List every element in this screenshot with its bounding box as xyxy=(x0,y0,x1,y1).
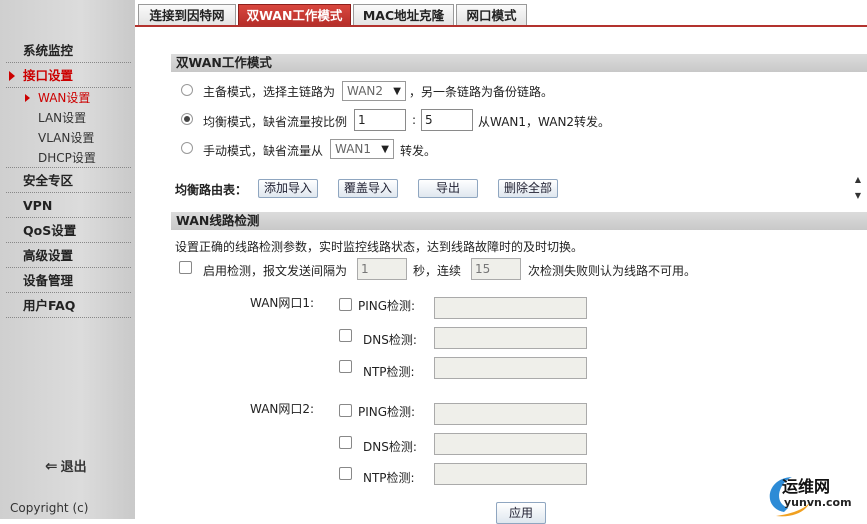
sidebar-item-label: 系统监控 xyxy=(23,43,74,58)
sidebar-nav: 系统监控 接口设置 WAN设置 LAN设置 VLAN设置 DHCP设置 安全专区… xyxy=(0,38,135,318)
sidebar-subitem-vlan[interactable]: VLAN设置 xyxy=(0,128,135,148)
scroll-down-icon[interactable]: ▼ xyxy=(852,191,864,200)
wan2-ping-checkbox[interactable] xyxy=(339,404,352,417)
sidebar-subitem-label: WAN设置 xyxy=(38,91,91,105)
tab-internet-connection[interactable]: 连接到因特网 xyxy=(138,4,236,26)
wan2-ntp-checkbox[interactable] xyxy=(339,467,352,480)
sidebar: 系统监控 接口设置 WAN设置 LAN设置 VLAN设置 DHCP设置 安全专区… xyxy=(0,0,135,519)
sidebar-item-device-management[interactable]: 设备管理 xyxy=(0,268,135,293)
wan2-ntp-label: NTP检测: xyxy=(363,471,415,485)
chevron-down-icon: ▼ xyxy=(393,86,401,97)
sidebar-item-advanced[interactable]: 高级设置 xyxy=(0,243,135,268)
sidebar-subitem-dhcp[interactable]: DHCP设置 xyxy=(0,148,135,168)
dual-wan-section-title: 双WAN工作模式 xyxy=(171,54,867,72)
wan2-ntp-input[interactable] xyxy=(434,463,587,485)
sidebar-item-label: VPN xyxy=(23,198,53,213)
wan2-port-label: WAN网口2: xyxy=(250,402,315,416)
sidebar-item-vpn[interactable]: VPN xyxy=(0,193,135,218)
balance-mode-label: 均衡模式，缺省流量按比例 xyxy=(203,115,348,129)
expanded-arrow-icon xyxy=(9,71,15,81)
export-button[interactable]: 导出 xyxy=(418,179,478,198)
apply-button[interactable]: 应用 xyxy=(496,502,546,524)
balance-mode-radio[interactable] xyxy=(181,113,193,125)
tab-mac-clone[interactable]: MAC地址克隆 xyxy=(353,4,454,26)
chevron-down-icon: ▼ xyxy=(381,144,389,155)
sidebar-subitem-label: LAN设置 xyxy=(38,111,87,125)
manual-mode-radio[interactable] xyxy=(181,142,193,154)
sidebar-subitem-wan[interactable]: WAN设置 xyxy=(0,88,135,108)
enable-detection-label: 启用检测，报文发送间隔为 xyxy=(203,264,348,278)
wan1-ntp-label: NTP检测: xyxy=(363,365,415,379)
fail-count-input[interactable]: 15 xyxy=(471,258,521,280)
scroll-up-icon[interactable]: ▲ xyxy=(852,175,864,184)
wan1-ping-checkbox[interactable] xyxy=(339,298,352,311)
watermark-url: yunvn.com xyxy=(784,496,852,509)
logout-icon: ⇐ xyxy=(45,457,58,475)
sidebar-item-label: 安全专区 xyxy=(23,173,74,188)
wan1-ntp-checkbox[interactable] xyxy=(339,360,352,373)
interval-input[interactable]: 1 xyxy=(357,258,407,280)
primary-link-select[interactable]: WAN2 ▼ xyxy=(342,81,406,101)
logout-label: 退出 xyxy=(60,460,87,475)
wan1-dns-input[interactable] xyxy=(434,327,587,349)
active-arrow-icon xyxy=(25,94,30,102)
sidebar-item-label: 高级设置 xyxy=(23,248,74,263)
sidebar-item-label: 用户FAQ xyxy=(23,298,76,313)
sidebar-subitem-label: DHCP设置 xyxy=(38,151,96,165)
wan1-ntp-input[interactable] xyxy=(434,357,587,379)
main-panel: 双WAN工作模式 主备模式，选择主链路为 WAN2 ▼ ，另一条链路为备份链路。 … xyxy=(135,27,867,524)
sidebar-submenu: WAN设置 LAN设置 VLAN设置 DHCP设置 xyxy=(0,88,135,168)
wan2-dns-checkbox[interactable] xyxy=(339,436,352,449)
balance-ratio-wan1-input[interactable]: 1 xyxy=(354,109,406,131)
copyright-text: Copyright (c) xyxy=(10,501,89,515)
sidebar-item-system-monitor[interactable]: 系统监控 xyxy=(0,38,135,63)
sidebar-item-qos[interactable]: QoS设置 xyxy=(0,218,135,243)
route-table-label: 均衡路由表： xyxy=(175,183,248,197)
overwrite-import-button[interactable]: 覆盖导入 xyxy=(338,179,398,198)
primary-mode-radio[interactable] xyxy=(181,84,193,96)
enable-detection-checkbox[interactable] xyxy=(179,261,192,274)
detection-description: 设置正确的线路检测参数，实时监控线路状态，达到线路故障时的及时切换。 xyxy=(175,240,584,254)
wan1-ping-input[interactable] xyxy=(434,297,587,319)
sidebar-item-faq[interactable]: 用户FAQ xyxy=(0,293,135,318)
wan2-dns-input[interactable] xyxy=(434,433,587,455)
sidebar-item-security[interactable]: 安全专区 xyxy=(0,168,135,193)
primary-mode-suffix: ，另一条链路为备份链路。 xyxy=(409,85,554,99)
wan1-dns-label: DNS检测: xyxy=(363,333,417,347)
primary-mode-label: 主备模式，选择主链路为 xyxy=(203,85,336,99)
logout-button[interactable]: ⇐ 退出 xyxy=(45,456,87,475)
sidebar-item-label: 设备管理 xyxy=(23,273,74,288)
interval-unit-label: 秒，连续 xyxy=(413,264,462,278)
tab-dual-wan-mode[interactable]: 双WAN工作模式 xyxy=(238,4,351,26)
wan1-dns-checkbox[interactable] xyxy=(339,329,352,342)
primary-link-value: WAN2 xyxy=(347,84,384,98)
manual-link-select[interactable]: WAN1 ▼ xyxy=(330,139,394,159)
sidebar-subitem-lan[interactable]: LAN设置 xyxy=(0,108,135,128)
wan2-dns-label: DNS检测: xyxy=(363,440,417,454)
wan2-ping-label: PING检测: xyxy=(358,405,416,419)
sidebar-item-interface-settings[interactable]: 接口设置 xyxy=(0,63,135,88)
manual-mode-suffix: 转发。 xyxy=(400,144,437,158)
sidebar-subitem-label: VLAN设置 xyxy=(38,131,95,145)
wan2-ping-input[interactable] xyxy=(434,403,587,425)
ratio-colon: : xyxy=(412,113,417,127)
watermark-logo: 运维网 yunvn.com xyxy=(762,472,867,519)
fail-count-suffix: 次检测失败则认为线路不可用。 xyxy=(528,264,697,278)
wan1-ping-label: PING检测: xyxy=(358,299,416,313)
tab-port-mode[interactable]: 网口模式 xyxy=(456,4,527,26)
wan1-port-label: WAN网口1: xyxy=(250,296,315,310)
watermark-cn: 运维网 xyxy=(782,477,831,496)
manual-link-value: WAN1 xyxy=(335,142,372,156)
add-import-button[interactable]: 添加导入 xyxy=(258,179,318,198)
detection-section-title: WAN线路检测 xyxy=(171,212,867,230)
balance-ratio-wan2-input[interactable]: 5 xyxy=(421,109,473,131)
manual-mode-label: 手动模式，缺省流量从 xyxy=(203,144,324,158)
sidebar-item-label: QoS设置 xyxy=(23,223,77,238)
delete-all-button[interactable]: 删除全部 xyxy=(498,179,558,198)
sidebar-item-label: 接口设置 xyxy=(23,68,74,83)
tab-bar: 连接到因特网 双WAN工作模式 MAC地址克隆 网口模式 xyxy=(135,0,867,27)
balance-mode-suffix: 从WAN1，WAN2转发。 xyxy=(478,115,611,129)
